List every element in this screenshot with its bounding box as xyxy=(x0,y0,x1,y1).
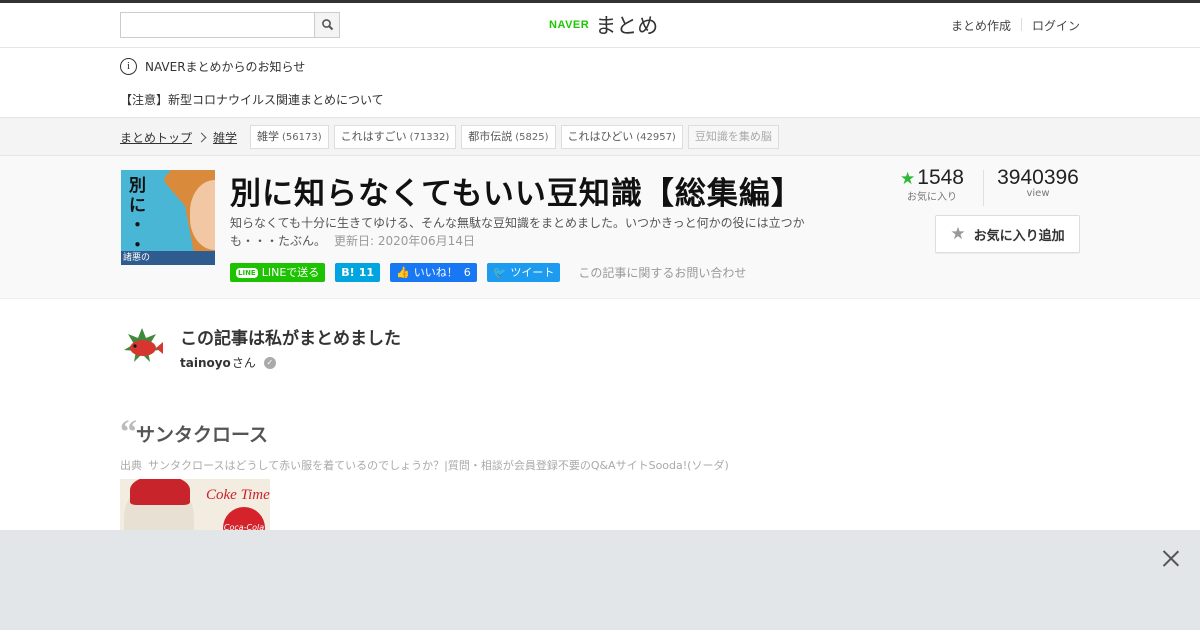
hatena-bookmark-button[interactable]: B! 11 xyxy=(335,263,380,282)
tag-item[interactable]: 豆知識を集め脳 xyxy=(687,125,779,149)
hatena-count: 11 xyxy=(358,266,374,279)
notice-area: i NAVERまとめからのお知らせ 【注意】新型コロナウイルス関連まとめについて xyxy=(0,48,1200,118)
share-bar: LINE LINEで送る B! 11 👍 いいね！ 6 🐦 ツイート この記事に関するお問… xyxy=(230,263,746,282)
article-header: 別 に ・ ・ ・ 諸悪の 別に知らなくてもいい豆知識【総集編】 知らなくても十… xyxy=(0,156,1200,299)
notice-title-row[interactable]: i NAVERまとめからのお知らせ xyxy=(120,58,305,75)
tag-label: 都市伝説 xyxy=(468,130,513,143)
chevron-right-icon xyxy=(196,132,207,142)
tag-count: (5825) xyxy=(515,132,549,143)
breadcrumb-top-link[interactable]: まとめトップ xyxy=(120,129,192,146)
breadcrumb-category-link[interactable]: 雑学 xyxy=(213,129,237,146)
image-caption: Coke Time xyxy=(206,487,270,503)
ad-banner xyxy=(0,530,1200,630)
logo-matome: まとめ xyxy=(595,14,659,38)
source-link[interactable]: サンタクロースはどうして赤い服を着ているのでしょうか？|質問・相談が会員登録不要… xyxy=(148,459,729,472)
contact-link[interactable]: この記事に関するお問い合わせ xyxy=(578,264,746,281)
article-title: 別に知らなくてもいい豆知識【総集編】 xyxy=(230,176,803,212)
updated-date: 更新日: 2020年06月14日 xyxy=(334,234,475,248)
article-description: 知らなくても十分に生きてゆける、そんな無駄な豆知識をまとめました。いつかきっと何… xyxy=(230,214,810,250)
search-input[interactable] xyxy=(121,13,315,37)
close-icon[interactable] xyxy=(1161,548,1181,568)
favorite-number: 1548 xyxy=(917,166,964,189)
tag-count: (71332) xyxy=(409,132,450,143)
add-favorite-button[interactable]: ★ お気に入り追加 xyxy=(935,215,1080,253)
author-suffix: さん xyxy=(231,356,256,370)
nav-divider xyxy=(1020,18,1022,31)
article-thumbnail: 別 に ・ ・ ・ 諸悪の xyxy=(121,170,215,265)
tag-count: (42957) xyxy=(636,132,676,143)
santa-hat xyxy=(130,479,190,505)
fb-label: いいね！ xyxy=(413,266,458,279)
fb-count: 6 xyxy=(463,266,471,279)
notice-title: NAVERまとめからのお知らせ xyxy=(145,60,306,74)
tag-label: これはひどい xyxy=(567,130,634,143)
section-heading: “ サンタクロース xyxy=(120,413,729,451)
tag-item[interactable]: 雑学 (56173) xyxy=(250,125,329,149)
view-number: 3940396 xyxy=(997,166,1079,189)
avatar[interactable] xyxy=(120,324,165,369)
tag-count: (56173) xyxy=(282,132,322,143)
stats-divider xyxy=(983,170,984,206)
star-icon: ★ xyxy=(900,169,916,188)
tag-label: これはすごい xyxy=(340,130,407,143)
author-heading: この記事は私がまとめました xyxy=(180,329,401,349)
site-header: NAVER まとめ まとめ作成 ログイン xyxy=(0,3,1200,48)
star-outline-icon: ★ xyxy=(950,224,966,244)
article-stats: ★1548 お気に入り 3940396 view xyxy=(891,166,1080,206)
tweet-button[interactable]: 🐦 ツイート xyxy=(486,263,561,282)
tag-label: 豆知識を集め脳 xyxy=(694,130,772,143)
author-name[interactable]: tainoyo さん ✓ xyxy=(180,354,276,371)
source-label: 出典 xyxy=(120,459,142,472)
twitter-bird-icon: 🐦 xyxy=(492,266,507,279)
site-logo[interactable]: NAVER まとめ xyxy=(549,12,658,38)
section-heading-text: サンタクロース xyxy=(136,424,269,446)
tweet-label: ツイート xyxy=(510,266,555,279)
verified-check-icon: ✓ xyxy=(263,356,276,369)
tag-item[interactable]: 都市伝説 (5825) xyxy=(461,125,556,149)
breadcrumb: まとめトップ 雑学 雑学 (56173) これはすごい (71332) 都市伝説 (5… xyxy=(0,118,1200,156)
create-matome-link[interactable]: まとめ作成 xyxy=(951,17,1011,34)
favorite-count: ★1548 お気に入り xyxy=(891,166,973,206)
add-favorite-label: お気に入り追加 xyxy=(973,228,1065,244)
author-username: tainoyo xyxy=(180,355,231,370)
line-label: LINEで送る xyxy=(261,266,320,279)
facebook-like-button[interactable]: 👍 いいね！ 6 xyxy=(390,263,477,282)
search-box xyxy=(120,12,340,38)
tag-item[interactable]: これはひどい (42957) xyxy=(560,125,683,149)
hatena-icon: B! xyxy=(341,266,355,279)
header-nav: まとめ作成 ログイン xyxy=(951,17,1080,34)
source-line: 出典 サンタクロースはどうして赤い服を着ているのでしょうか？|質問・相談が会員登録… xyxy=(120,457,729,473)
search-button[interactable] xyxy=(314,13,339,37)
info-icon: i xyxy=(120,58,137,75)
login-link[interactable]: ログイン xyxy=(1032,17,1080,34)
tag-label: 雑学 xyxy=(257,130,280,143)
logo-naver: NAVER xyxy=(549,19,590,31)
view-count: 3940396 view xyxy=(996,166,1080,206)
description-text: 知らなくても十分に生きてゆける、そんな無駄な豆知識をまとめました。いつかきっと何… xyxy=(230,216,805,248)
line-share-button[interactable]: LINE LINEで送る xyxy=(230,263,326,282)
line-icon: LINE xyxy=(236,267,258,278)
tag-item[interactable]: これはすごい (71332) xyxy=(333,125,457,149)
favorite-label: お気に入り xyxy=(907,192,957,203)
thumbs-up-icon: 👍 xyxy=(396,266,410,279)
quote-icon: “ xyxy=(120,413,137,451)
search-icon xyxy=(322,19,334,31)
thumbnail-band: 諸悪の xyxy=(121,251,215,265)
notice-link[interactable]: 【注意】新型コロナウイルス関連まとめについて xyxy=(120,91,384,108)
